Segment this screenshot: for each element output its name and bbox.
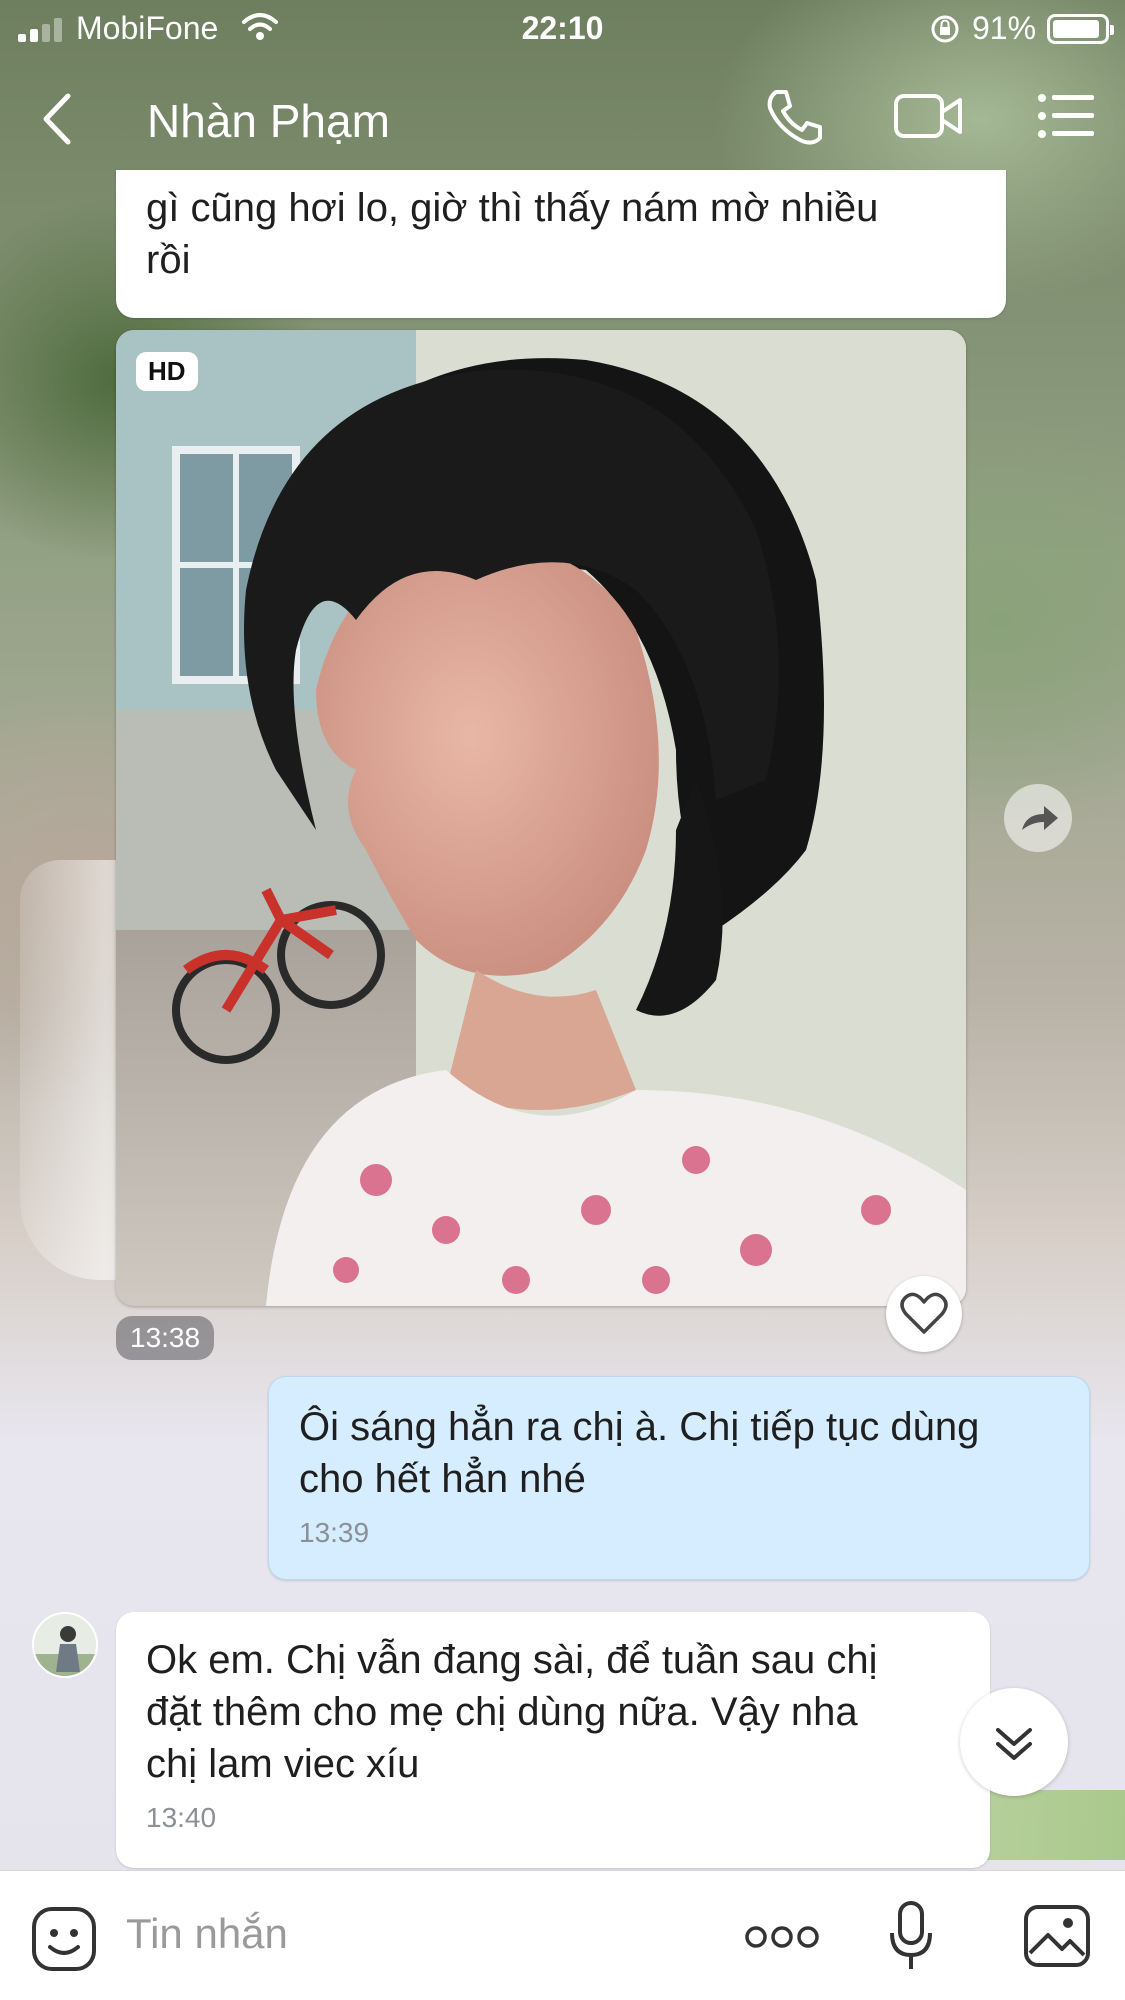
like-button[interactable] bbox=[886, 1276, 962, 1352]
microphone-icon[interactable] bbox=[886, 1899, 936, 1975]
avatar[interactable] bbox=[32, 1612, 98, 1678]
message-text-line: Ok em. Chị vẫn đang sài, để tuần sau chị bbox=[146, 1638, 878, 1682]
more-dots-icon[interactable] bbox=[744, 1917, 820, 1957]
message-bubble-incoming[interactable]: Ok em. Chị vẫn đang sài, để tuần sau chị… bbox=[116, 1612, 990, 1868]
message-text-line: Ôi sáng hẳn ra chị à. Chị tiếp tục dùng bbox=[299, 1405, 980, 1449]
photo-timestamp: 13:38 bbox=[116, 1316, 215, 1360]
scroll-to-bottom-button[interactable] bbox=[960, 1688, 1068, 1796]
hd-badge: HD bbox=[136, 352, 198, 391]
share-button[interactable] bbox=[1004, 784, 1072, 852]
message-text-line: gì cũng hơi lo, giờ thì thấy nám mờ nhiề… bbox=[146, 186, 879, 230]
message-text-line: chị lam viec xíu bbox=[146, 1742, 420, 1786]
message-text-line: rồi bbox=[146, 238, 191, 282]
chat-header: Nhàn Phạm bbox=[0, 62, 1125, 172]
list-icon[interactable] bbox=[1036, 88, 1096, 144]
message-timestamp: 13:39 bbox=[299, 1517, 370, 1548]
message-text-line: cho hết hẳn nhé bbox=[299, 1457, 586, 1501]
message-bubble-incoming[interactable]: gì cũng hơi lo, giờ thì thấy nám mờ nhiề… bbox=[116, 170, 1006, 318]
video-camera-icon[interactable] bbox=[893, 86, 963, 146]
status-bar: MobiFone 22:10 91% bbox=[0, 0, 1125, 56]
battery-level bbox=[1053, 20, 1099, 38]
message-input-bar bbox=[0, 1870, 1125, 2000]
message-bubble-outgoing[interactable]: Ôi sáng hẳn ra chị à. Chị tiếp tục dùng … bbox=[268, 1376, 1090, 1580]
message-text-line: đặt thêm cho mẹ chị dùng nữa. Vậy nha bbox=[146, 1690, 858, 1734]
chevron-left-icon[interactable] bbox=[30, 84, 90, 154]
message-input[interactable] bbox=[126, 1899, 686, 1969]
photo-image bbox=[116, 330, 966, 1306]
message-timestamp: 13:40 bbox=[146, 1802, 217, 1833]
image-icon[interactable] bbox=[1022, 1903, 1092, 1969]
battery-icon bbox=[1047, 14, 1114, 44]
photo-message[interactable] bbox=[116, 330, 966, 1306]
phone-icon[interactable] bbox=[762, 84, 822, 148]
battery-percent: 91% bbox=[972, 10, 1037, 46]
forward-icon bbox=[1022, 806, 1058, 830]
contact-name[interactable]: Nhàn Phạm bbox=[147, 94, 390, 148]
double-chevron-down-icon bbox=[996, 1728, 1032, 1760]
emoji-icon[interactable] bbox=[30, 1905, 98, 1973]
heart-icon bbox=[900, 1292, 948, 1334]
rotation-lock-icon bbox=[931, 15, 959, 43]
